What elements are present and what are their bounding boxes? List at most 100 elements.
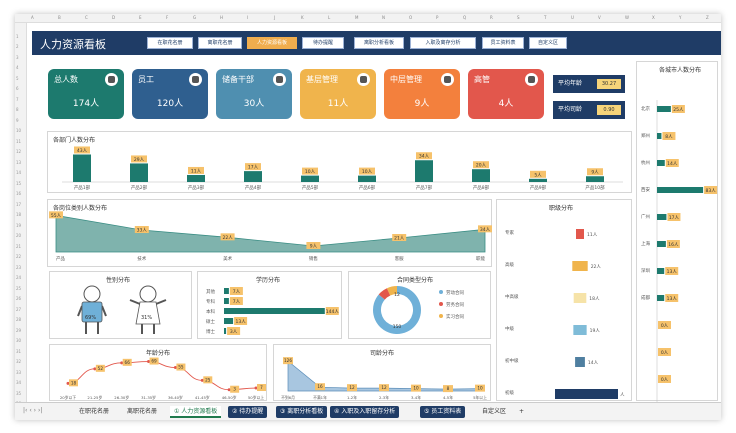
edu-data-label: 7人	[233, 289, 241, 295]
row-number: 9	[16, 117, 19, 123]
sheet-tab-5[interactable]: ③ 离职分析看板	[276, 406, 328, 418]
dept-bar	[187, 174, 205, 182]
column-letter: P	[436, 15, 439, 20]
age-data-label: 7	[260, 385, 263, 390]
nav-button-4[interactable]: 待办提醒	[302, 37, 344, 49]
row-number: 14	[16, 170, 22, 175]
level-bar	[573, 325, 587, 335]
age-data-label: 55	[178, 365, 184, 370]
dept-tick-label: 产品2部	[131, 184, 148, 191]
age-data-label: 66	[125, 360, 131, 365]
age-data-label: 18	[71, 380, 77, 385]
row-number: 4	[16, 65, 19, 70]
column-letter: E	[139, 15, 142, 20]
person-badge-icon	[357, 73, 370, 86]
city-tick-label: 杭州	[641, 159, 650, 166]
dept-data-label: 5人	[534, 172, 542, 178]
job-tick-label: 产品	[56, 255, 65, 262]
age-tick-label: 41-45岁	[195, 395, 210, 400]
sheet-tab-8[interactable]: 自定义区	[478, 406, 510, 418]
city-tick-label: 成都	[641, 294, 650, 301]
sheet-tab-3[interactable]: ① 人力资源看板	[170, 406, 222, 418]
sheet-tab-4[interactable]: ② 待办提醒	[228, 406, 268, 418]
kpi-value: 30人	[243, 99, 265, 109]
nav-button-2[interactable]: 离职花名册	[198, 37, 242, 49]
job-tick-label: 销售	[309, 255, 318, 262]
job-tick-label: 客服	[395, 255, 404, 262]
level-bar	[572, 261, 588, 271]
dept-bar	[529, 178, 547, 182]
title-bar: 人力资源看板 在职花名册 离职花名册 人力资源看板 待办提醒 离职分析看板 入职及离存分析…	[32, 31, 721, 55]
column-letter: R	[490, 15, 493, 20]
dept-bar	[415, 160, 433, 182]
contract-value-label: 12	[394, 292, 400, 298]
dept-tick-label: 产品8部	[473, 184, 490, 191]
edu-tick-label: 本科	[206, 308, 215, 315]
column-letter: N	[382, 15, 385, 20]
nav-button-7[interactable]: 员工资料表	[482, 37, 524, 49]
row-number: 24	[16, 275, 22, 280]
nav-button-8[interactable]: 自定义区	[529, 37, 567, 49]
edu-tick-label: 其他	[206, 288, 215, 295]
age-tick-label: 50岁以上	[248, 395, 264, 400]
nav-button-1[interactable]: 在职花名册	[147, 37, 193, 49]
row-number: 12	[16, 149, 22, 154]
column-header: A B C D E F G H I J K L M N O P Q R S T U V W X Y Z	[15, 14, 721, 23]
dept-tick-label: 产品7部	[416, 184, 433, 191]
city-data-label: 8人	[665, 134, 673, 140]
level-bar	[573, 293, 587, 303]
nav-button-5[interactable]: 离职分析看板	[354, 37, 404, 49]
column-letter: V	[598, 15, 601, 20]
edu-bar	[224, 318, 234, 324]
city-data-label: 13人	[667, 296, 678, 302]
kpi-value: 11人	[327, 99, 349, 109]
job-chart-panel: 各岗位类别人数分布 55人 产品 33人 技术 22人 美术 9人 销售 21人 客服 34人 职能	[47, 199, 492, 267]
tab-scroll-arrows[interactable]: |‹ ‹ › ›|	[23, 407, 42, 414]
sheet-tab-6[interactable]: ④ 入职及入职留存分析	[330, 406, 400, 418]
level-data-label: 18人	[589, 296, 600, 302]
nav-button-6[interactable]: 入职及离存分析	[410, 37, 476, 49]
kpi-card-4: 基层管理 11人	[300, 69, 376, 119]
row-number: 28	[16, 317, 22, 322]
tenure-data-label: 12	[381, 385, 387, 390]
tenure-data-label: 16	[317, 384, 323, 389]
column-letter: I	[247, 15, 249, 20]
dept-tick-label: 产品4部	[245, 184, 262, 191]
level-data-label: 22人	[591, 264, 602, 270]
city-tick-label: 北京	[641, 105, 650, 112]
row-number: 26	[16, 296, 22, 301]
job-area	[55, 214, 486, 253]
row-number: 5	[16, 75, 19, 81]
contract-value-label: 150	[393, 324, 402, 330]
tenure-tick-label: 1-2年	[347, 395, 357, 400]
age-data-label: 52	[98, 366, 104, 371]
add-sheet-button[interactable]: +	[515, 406, 528, 418]
nav-button-3[interactable]: 人力资源看板	[247, 37, 297, 49]
row-number: 1	[16, 33, 19, 39]
age-data-label: 69	[151, 359, 157, 364]
sheet-tab-1[interactable]: 在职花名册	[75, 406, 113, 418]
level-bar	[576, 229, 584, 239]
job-data-label: 55人	[51, 213, 62, 219]
level-bar	[555, 389, 618, 399]
edu-chart-panel: 学历分布 其他 7人 专科 7人 本科 144人 硕士 13人 博士 3人	[197, 271, 342, 339]
level-data-label: 11人	[587, 232, 598, 238]
column-letter: Y	[679, 15, 682, 20]
sheet-tab-2[interactable]: 离职花名册	[123, 406, 161, 418]
dept-tick-label: 产品1部	[74, 184, 91, 191]
column-letter: H	[220, 15, 224, 20]
row-number: 27	[16, 306, 22, 312]
tenure-data-label: 126	[284, 358, 292, 363]
contract-legend-dot	[439, 302, 443, 306]
kpi-card-6: 高管 4人	[468, 69, 544, 119]
row-number: 18	[16, 212, 22, 217]
edu-tick-label: 硕士	[206, 318, 215, 325]
city-data-label: 0人	[661, 350, 669, 356]
level-tick-label: 高级	[505, 261, 514, 268]
city-data-label: 16人	[668, 242, 679, 248]
avg-box-1: 平均年龄 30.27	[553, 75, 625, 93]
sheet-tab-7[interactable]: ⑤ 员工资料表	[420, 406, 466, 418]
row-number: 7	[16, 96, 19, 102]
column-letter: X	[652, 15, 655, 20]
tenure-data-label: 12	[349, 385, 355, 390]
